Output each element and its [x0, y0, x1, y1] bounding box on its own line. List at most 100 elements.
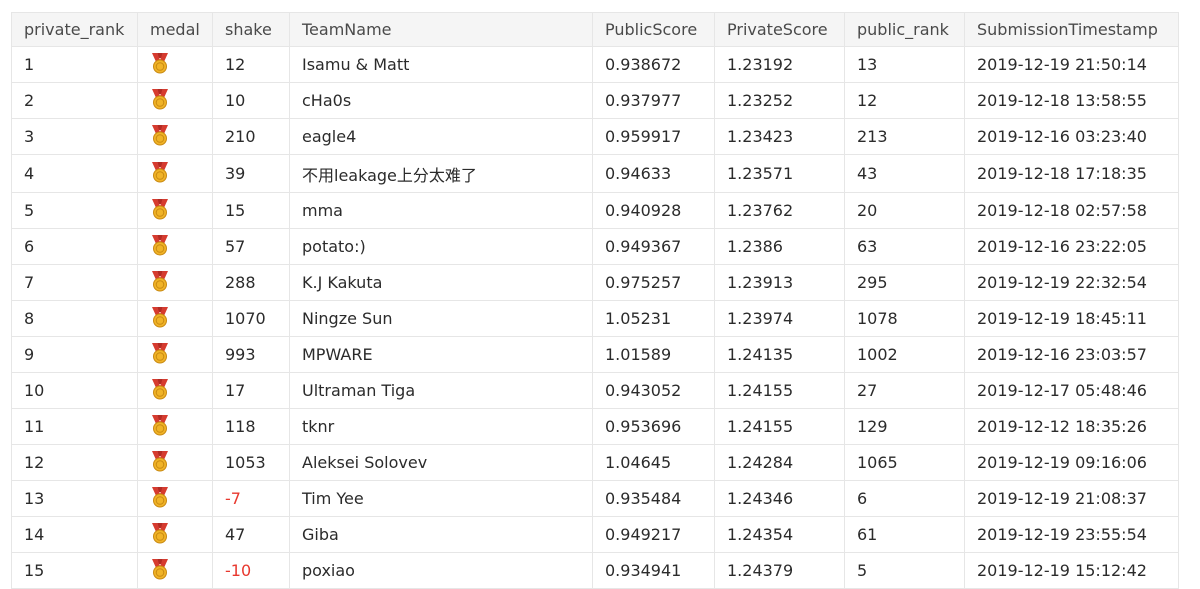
cell-submission-timestamp: 2019-12-19 23:55:54 [964, 516, 1179, 553]
cell-public-rank: 1065 [844, 444, 965, 481]
cell-submission-timestamp: 2019-12-19 18:45:11 [964, 300, 1179, 337]
col-header-private-rank[interactable]: private_rank [11, 12, 138, 47]
cell-public-score: 0.937977 [592, 82, 715, 119]
table-row[interactable]: 10 17 Ultraman Tiga 0.943052 1.24155 27 2019-1… [11, 372, 1179, 409]
cell-medal [137, 228, 213, 265]
col-header-shake[interactable]: shake [212, 12, 290, 47]
table-row[interactable]: 4 39 不用leakage上分太难了 0.94633 1.23571 43 2019-12… [11, 154, 1179, 193]
col-header-public-score[interactable]: PublicScore [592, 12, 715, 47]
cell-private-score: 1.24155 [714, 372, 845, 409]
gold-medal-icon [150, 522, 170, 548]
gold-medal-icon [150, 52, 170, 78]
gold-medal-icon [150, 450, 170, 476]
cell-public-rank: 63 [844, 228, 965, 265]
cell-shake: 12 [212, 46, 290, 83]
cell-team-name: K.J Kakuta [289, 264, 593, 301]
table-row[interactable]: 9 993 MPWARE 1.01589 1.24135 1002 2019-12-16 2… [11, 336, 1179, 373]
cell-shake: -7 [212, 480, 290, 517]
cell-public-rank: 61 [844, 516, 965, 553]
col-header-submission-timestamp[interactable]: SubmissionTimestamp [964, 12, 1179, 47]
cell-shake: 118 [212, 408, 290, 445]
cell-medal [137, 82, 213, 119]
cell-public-rank: 6 [844, 480, 965, 517]
table-row[interactable]: 3 210 eagle4 0.959917 1.23423 213 2019-12-16 0… [11, 118, 1179, 155]
cell-public-score: 1.01589 [592, 336, 715, 373]
table-row[interactable]: 6 57 potato:) 0.949367 1.2386 63 2019-12-16 23… [11, 228, 1179, 265]
table-row[interactable]: 5 15 mma 0.940928 1.23762 20 2019-12-18 02:57:… [11, 192, 1179, 229]
cell-public-score: 0.938672 [592, 46, 715, 83]
table-row[interactable]: 8 1070 Ningze Sun 1.05231 1.23974 1078 2019-12… [11, 300, 1179, 337]
cell-private-rank: 12 [11, 444, 138, 481]
cell-public-score: 0.959917 [592, 118, 715, 155]
cell-team-name: Ultraman Tiga [289, 372, 593, 409]
cell-private-score: 1.24284 [714, 444, 845, 481]
gold-medal-icon [150, 342, 170, 368]
cell-private-rank: 7 [11, 264, 138, 301]
cell-private-rank: 14 [11, 516, 138, 553]
cell-private-rank: 1 [11, 46, 138, 83]
gold-medal-icon [150, 88, 170, 114]
table-row[interactable]: 7 288 K.J Kakuta 0.975257 1.23913 295 2019-12-… [11, 264, 1179, 301]
cell-medal [137, 516, 213, 553]
cell-medal [137, 372, 213, 409]
cell-public-score: 0.949367 [592, 228, 715, 265]
gold-medal-icon [150, 414, 170, 440]
cell-public-rank: 129 [844, 408, 965, 445]
cell-submission-timestamp: 2019-12-19 09:16:06 [964, 444, 1179, 481]
cell-private-score: 1.2386 [714, 228, 845, 265]
cell-medal [137, 300, 213, 337]
cell-shake: 1070 [212, 300, 290, 337]
cell-team-name: Ningze Sun [289, 300, 593, 337]
cell-team-name: eagle4 [289, 118, 593, 155]
leaderboard-container: private_rank medal shake TeamName Public… [11, 12, 1179, 589]
cell-private-score: 1.24155 [714, 408, 845, 445]
cell-submission-timestamp: 2019-12-18 13:58:55 [964, 82, 1179, 119]
gold-medal-icon [150, 306, 170, 332]
table-row[interactable]: 13 -7 Tim Yee 0.935484 1.24346 6 2019-12-19 21… [11, 480, 1179, 517]
cell-team-name: cHa0s [289, 82, 593, 119]
cell-private-rank: 2 [11, 82, 138, 119]
cell-medal [137, 154, 213, 193]
cell-private-rank: 8 [11, 300, 138, 337]
table-row[interactable]: 2 10 cHa0s 0.937977 1.23252 12 2019-12-18 13:5… [11, 82, 1179, 119]
cell-public-score: 0.94633 [592, 154, 715, 193]
table-row[interactable]: 15 -10 poxiao 0.934941 1.24379 5 2019-12-19 15… [11, 552, 1179, 589]
cell-public-score: 1.05231 [592, 300, 715, 337]
table-row[interactable]: 12 1053 Aleksei Solovev 1.04645 1.24284 1065 2… [11, 444, 1179, 481]
cell-shake: 57 [212, 228, 290, 265]
cell-team-name: Isamu & Matt [289, 46, 593, 83]
cell-public-rank: 13 [844, 46, 965, 83]
table-row[interactable]: 14 47 Giba 0.949217 1.24354 61 2019-12-19 23:5… [11, 516, 1179, 553]
cell-public-score: 0.949217 [592, 516, 715, 553]
cell-private-rank: 9 [11, 336, 138, 373]
gold-medal-icon [150, 270, 170, 296]
cell-medal [137, 118, 213, 155]
cell-public-rank: 5 [844, 552, 965, 589]
cell-private-score: 1.24135 [714, 336, 845, 373]
table-body: 1 12 Isamu & Matt 0.938672 1.23192 13 2019-12-… [11, 46, 1179, 589]
cell-public-rank: 1078 [844, 300, 965, 337]
gold-medal-icon [150, 234, 170, 260]
cell-public-score: 0.943052 [592, 372, 715, 409]
cell-submission-timestamp: 2019-12-18 02:57:58 [964, 192, 1179, 229]
table-header: private_rank medal shake TeamName Public… [11, 12, 1179, 47]
col-header-public-rank[interactable]: public_rank [844, 12, 965, 47]
gold-medal-icon [150, 378, 170, 404]
table-row[interactable]: 11 118 tknr 0.953696 1.24155 129 2019-12-12 18… [11, 408, 1179, 445]
col-header-private-score[interactable]: PrivateScore [714, 12, 845, 47]
cell-public-score: 0.934941 [592, 552, 715, 589]
cell-public-rank: 27 [844, 372, 965, 409]
cell-private-score: 1.23252 [714, 82, 845, 119]
col-header-team-name[interactable]: TeamName [289, 12, 593, 47]
cell-private-score: 1.24379 [714, 552, 845, 589]
table-row[interactable]: 1 12 Isamu & Matt 0.938672 1.23192 13 2019-12-… [11, 46, 1179, 83]
cell-team-name: Tim Yee [289, 480, 593, 517]
cell-public-score: 0.935484 [592, 480, 715, 517]
gold-medal-icon [150, 486, 170, 512]
cell-public-score: 0.940928 [592, 192, 715, 229]
cell-private-rank: 11 [11, 408, 138, 445]
cell-submission-timestamp: 2019-12-19 21:50:14 [964, 46, 1179, 83]
cell-private-rank: 13 [11, 480, 138, 517]
col-header-medal[interactable]: medal [137, 12, 213, 47]
cell-medal [137, 264, 213, 301]
